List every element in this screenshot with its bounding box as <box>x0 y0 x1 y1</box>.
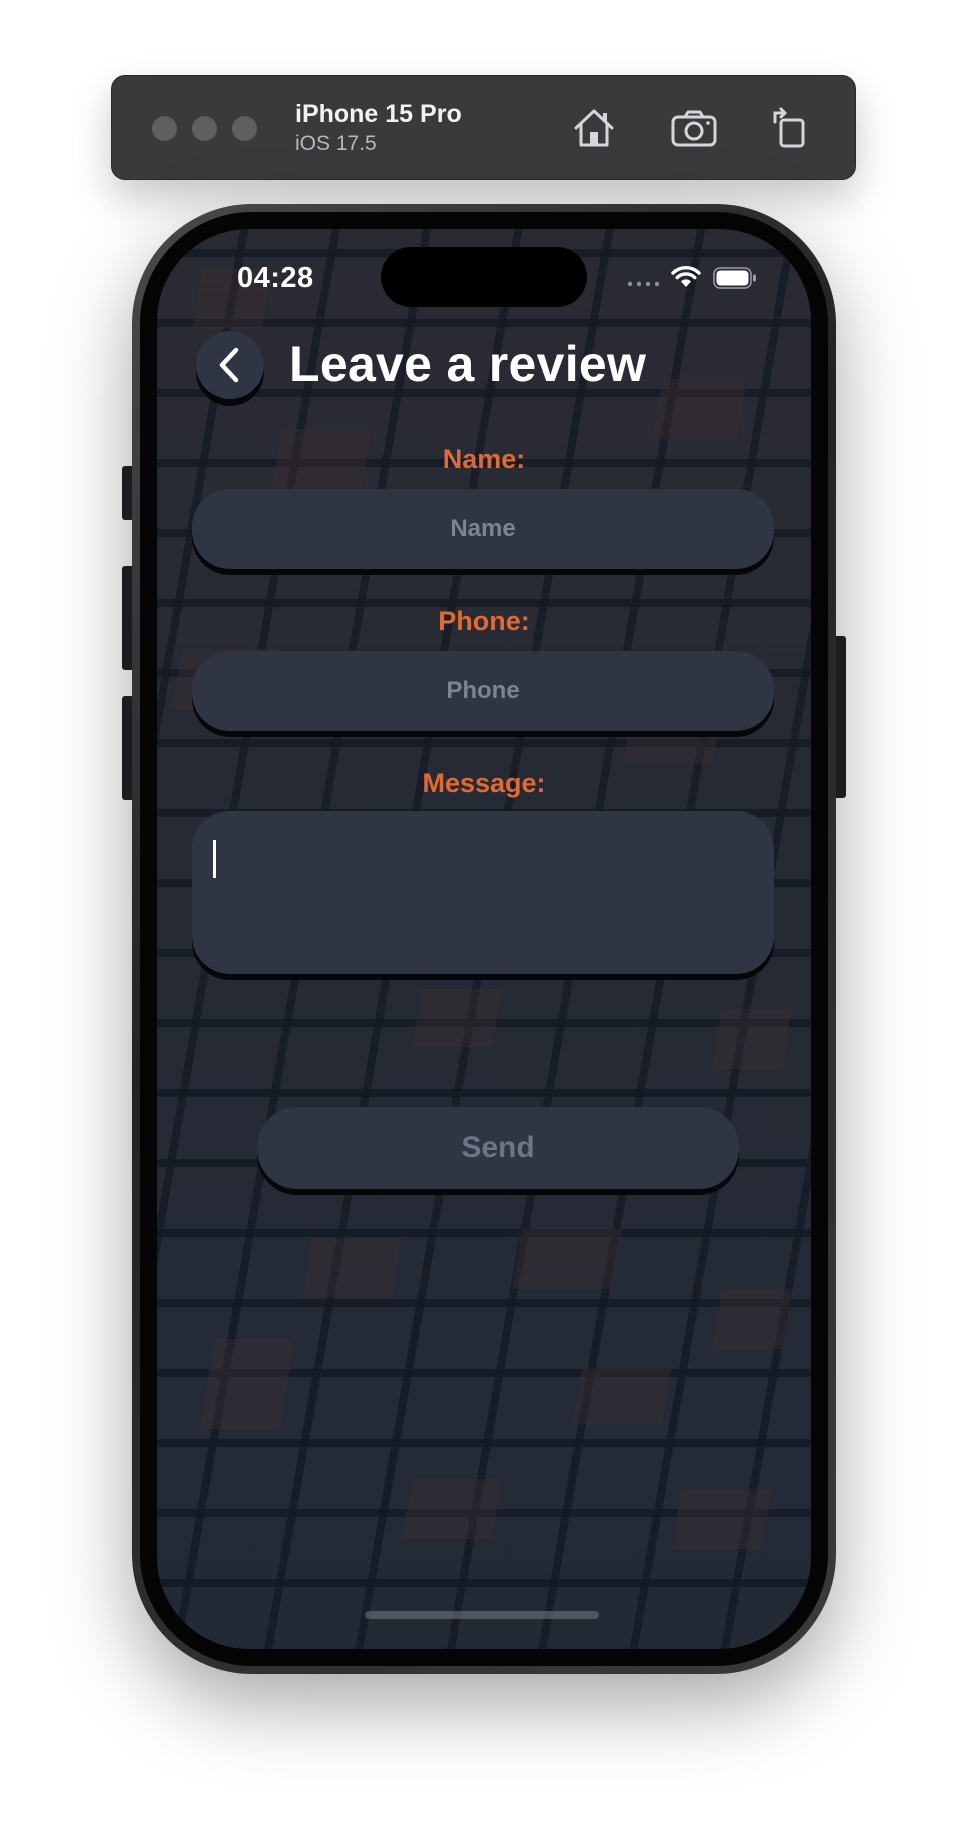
window-minimize-dot[interactable] <box>192 116 217 141</box>
phone-input[interactable] <box>192 651 774 731</box>
message-textarea[interactable] <box>192 811 774 974</box>
background-texture <box>712 1009 792 1069</box>
screenshot-button[interactable] <box>668 102 720 154</box>
background-texture <box>652 379 747 439</box>
simulator-stage: iPhone 15 Pro iOS 17.5 04:28 Leave a rev… <box>0 0 968 1826</box>
dynamic-island <box>381 247 587 307</box>
background-texture <box>712 1289 792 1349</box>
background-texture <box>199 1339 295 1429</box>
simulator-device-name: iPhone 15 Pro <box>295 100 462 128</box>
home-icon <box>574 109 614 147</box>
page-title: Leave a review <box>289 336 647 392</box>
simulator-toolbar: iPhone 15 Pro iOS 17.5 <box>111 75 856 180</box>
home-indicator[interactable] <box>365 1611 599 1619</box>
cellular-signal-icon <box>627 281 660 287</box>
simulator-os-version: iOS 17.5 <box>295 132 377 155</box>
message-label: Message: <box>422 768 546 798</box>
back-button[interactable] <box>196 331 264 399</box>
text-cursor <box>213 840 216 878</box>
chevron-left-icon <box>219 347 239 383</box>
status-time: 04:28 <box>237 262 314 294</box>
phone-label: Phone: <box>438 606 530 636</box>
name-label: Name: <box>442 444 526 474</box>
background-texture <box>512 1229 622 1289</box>
window-zoom-dot[interactable] <box>232 116 257 141</box>
window-close-dot[interactable] <box>152 116 177 141</box>
rotate-icon <box>773 107 805 148</box>
rotate-button[interactable] <box>764 102 816 154</box>
background-texture <box>572 1369 672 1424</box>
home-button[interactable] <box>568 102 620 154</box>
background-texture <box>672 1489 772 1549</box>
name-input[interactable] <box>192 489 774 569</box>
battery-icon <box>713 267 756 289</box>
send-button[interactable]: Send <box>257 1107 739 1189</box>
app-screen: 04:28 Leave a review Name: Phone <box>157 229 811 1649</box>
screenshot-icon <box>671 110 717 147</box>
background-texture <box>402 1479 502 1539</box>
background-texture <box>302 1239 402 1297</box>
wifi-icon <box>671 266 701 287</box>
background-texture <box>412 989 502 1047</box>
